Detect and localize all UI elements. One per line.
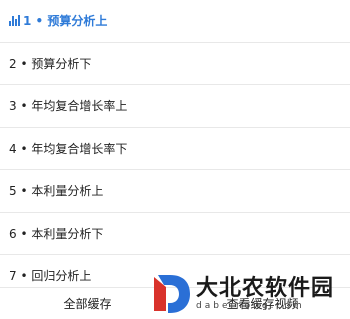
- lesson-item-3[interactable]: 3 • 年均复合增长率上: [0, 85, 350, 128]
- lesson-item-label: 6 • 本利量分析下: [9, 226, 104, 241]
- lesson-item-label: 4 • 年均复合增长率下: [9, 141, 128, 156]
- playing-bars-icon: [9, 15, 20, 27]
- lesson-item-label: 3 • 年均复合增长率上: [9, 99, 128, 114]
- watermark-subtitle: dabeinong.com: [196, 300, 305, 311]
- cache-all-button[interactable]: 全部缓存: [0, 295, 175, 312]
- lesson-item-1[interactable]: 1 • 预算分析上: [0, 0, 350, 43]
- lesson-item-6[interactable]: 6 • 本利量分析下: [0, 213, 350, 255]
- lesson-item-4[interactable]: 4 • 年均复合增长率下: [0, 128, 350, 170]
- lesson-item-label: 5 • 本利量分析上: [9, 184, 104, 199]
- watermark-title: 大北农软件园: [196, 275, 335, 301]
- watermark-logo-icon: [154, 275, 190, 313]
- lesson-item-label: 1 • 预算分析上: [23, 14, 108, 29]
- lesson-list: 1 • 预算分析上 2 • 预算分析下 3 • 年均复合增长率上 4 • 年均复…: [0, 0, 350, 298]
- lesson-item-label: 2 • 预算分析下: [9, 56, 92, 71]
- lesson-item-2[interactable]: 2 • 预算分析下: [0, 43, 350, 85]
- watermark: 大北农软件园 dabeinong.com: [150, 270, 350, 318]
- lesson-item-5[interactable]: 5 • 本利量分析上: [0, 170, 350, 213]
- lesson-item-label: 7 • 回归分析上: [9, 269, 92, 284]
